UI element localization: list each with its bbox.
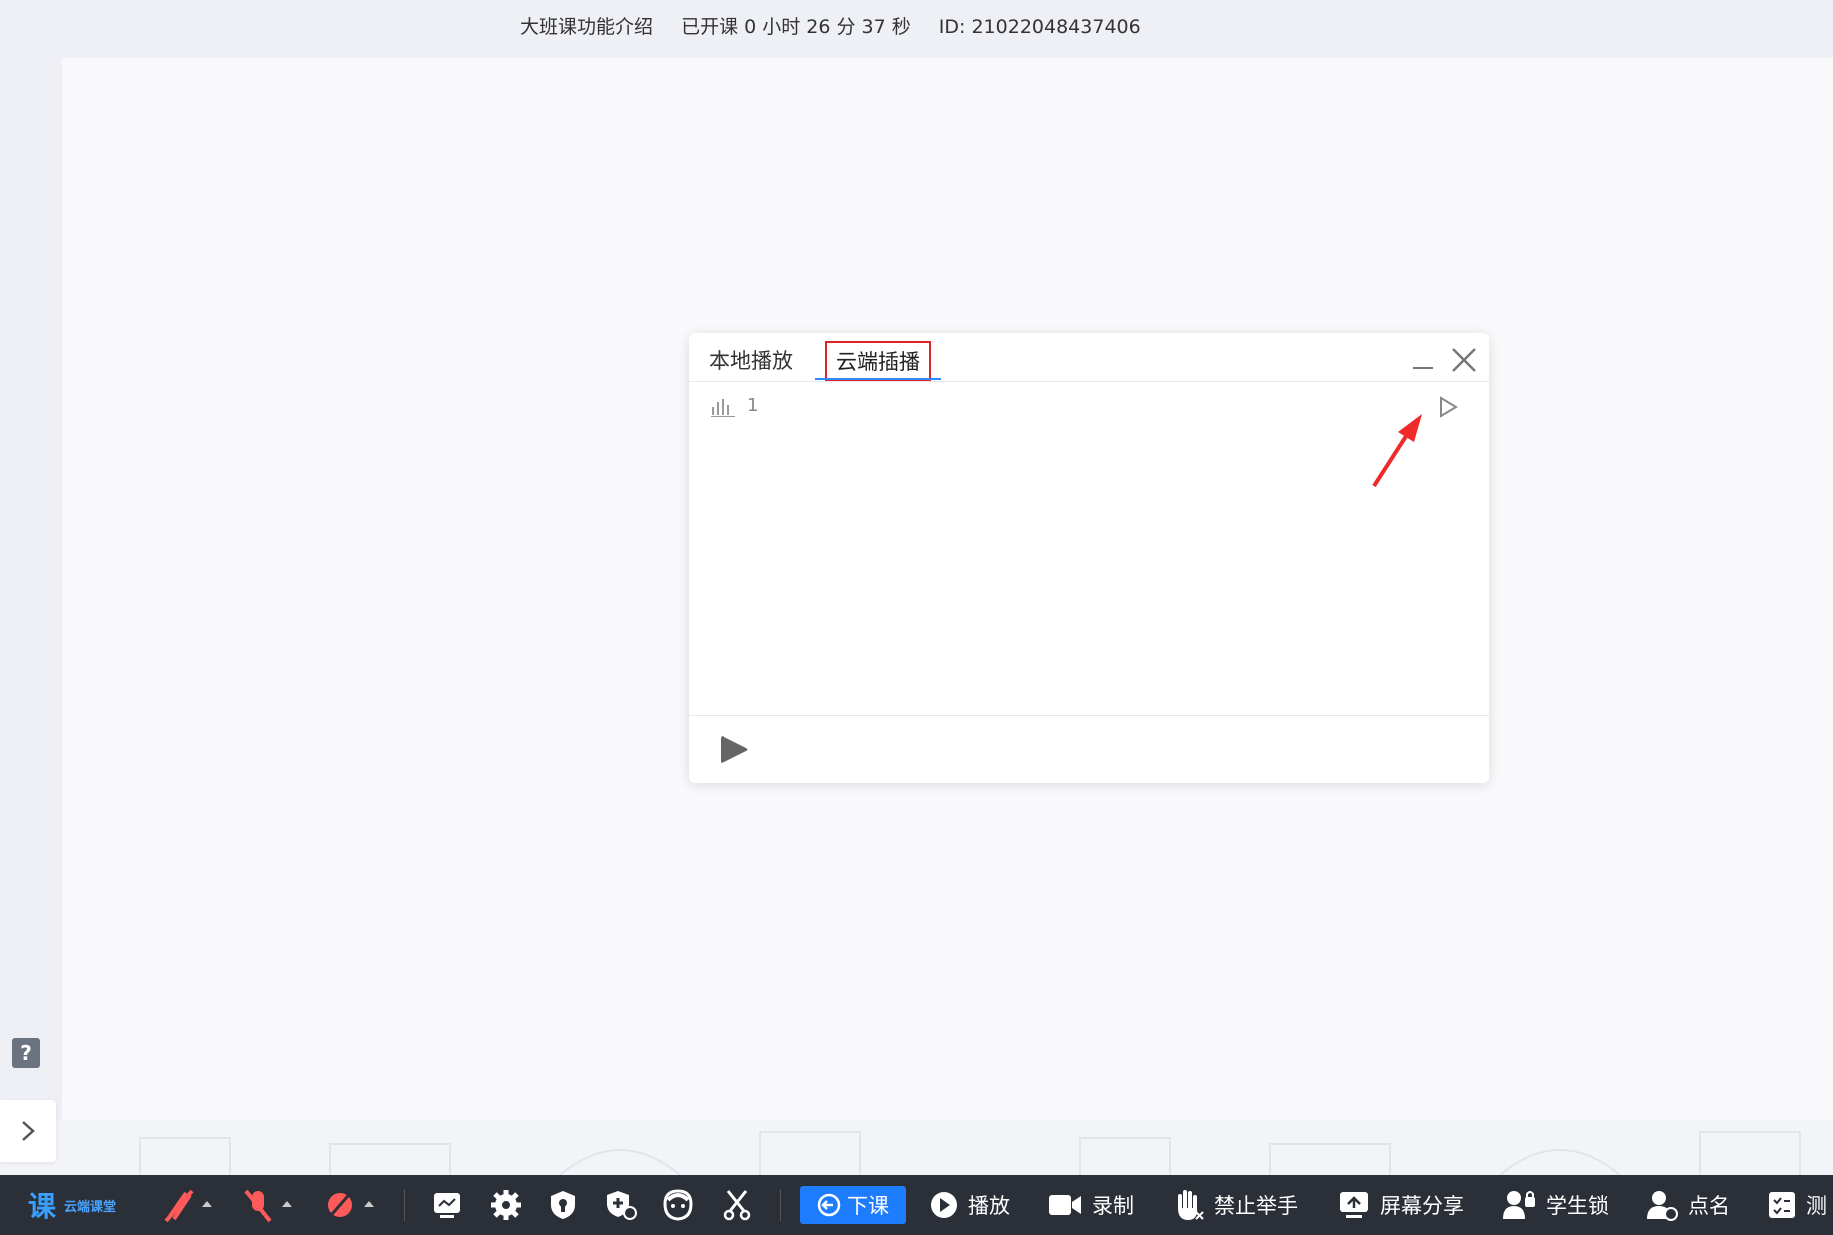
dialog-footer [689,715,1489,784]
mic-off-icon [244,1189,292,1223]
toolbar-divider [404,1189,405,1221]
security-button[interactable] [548,1175,578,1235]
pen-toggle[interactable] [162,1175,216,1235]
shield-icon [551,1191,575,1219]
svg-text:课: 课 [28,1190,57,1222]
play-circle-icon [931,1192,957,1218]
monitor-share-icon [1340,1192,1368,1218]
audio-bars-icon [711,399,735,417]
add-assistant-button[interactable] [604,1175,638,1235]
expand-sidebar-button[interactable] [0,1100,56,1162]
bottom-toolbar: 课 云端课堂 下课 播放 录制 禁止举手 屏幕分享 学生锁 点名 测 [0,1175,1833,1235]
settings-button[interactable] [490,1175,522,1235]
whiteboard-button[interactable] [432,1175,462,1235]
screen-share-button[interactable]: 屏幕分享 [1338,1175,1464,1235]
left-sidebar [0,0,62,1175]
media-item-name: 1 [747,395,759,416]
scissors-icon [723,1190,751,1221]
dismiss-class-button[interactable]: 下课 [800,1186,906,1224]
record-button[interactable]: 录制 [1048,1175,1134,1235]
face-icon [663,1189,693,1221]
media-list-item[interactable]: 1 [709,393,1469,423]
user-check-icon [1647,1191,1678,1221]
quiz-button[interactable]: 测 [1768,1175,1827,1235]
raise-hand-icon [1178,1190,1204,1220]
media-playback-dialog: 本地播放 云端插播 1 [689,333,1489,783]
class-logo-icon: 课 [28,1190,57,1222]
help-icon[interactable]: ? [12,1038,40,1068]
video-camera-icon [1049,1195,1081,1215]
exit-icon [817,1193,841,1217]
gear-icon [491,1190,521,1220]
roll-call-button[interactable]: 点名 [1646,1175,1730,1235]
app-logo: 课 云端课堂 [28,1190,117,1222]
tab-cloud-insert[interactable]: 云端插播 [825,341,931,381]
toolbar-divider [780,1189,781,1221]
whiteboard-icon [434,1193,460,1218]
close-icon[interactable] [1451,347,1477,373]
no-hand-raise-button[interactable]: 禁止举手 [1172,1175,1298,1235]
chevron-right-icon [22,1121,35,1141]
main-play-icon[interactable] [719,734,749,766]
room-id: ID: 21022048437406 [938,16,1141,38]
checklist-icon [1769,1192,1795,1218]
minimize-icon[interactable] [1413,367,1433,369]
user-lock-icon [1503,1191,1535,1219]
camera-off-icon [324,1188,374,1222]
decorative-pattern [0,1120,1833,1175]
dialog-header: 本地播放 云端插播 [689,333,1489,382]
title-bar: 大班课功能介绍 已开课 0 小时 26 分 37 秒 ID: 210220484… [0,0,1833,58]
screenshot-button[interactable] [722,1175,752,1235]
course-name: 大班课功能介绍 [520,16,654,38]
active-tab-indicator [815,378,941,380]
mic-toggle[interactable] [242,1175,296,1235]
tab-local-playback[interactable]: 本地播放 [709,345,793,375]
play-item-icon[interactable] [1437,395,1459,419]
camera-toggle[interactable] [324,1175,378,1235]
student-lock-button[interactable]: 学生锁 [1502,1175,1609,1235]
beauty-button[interactable] [662,1175,694,1235]
class-info: 大班课功能介绍 已开课 0 小时 26 分 37 秒 ID: 210220484… [520,12,1163,39]
playback-button[interactable]: 播放 [930,1175,1010,1235]
elapsed-time: 已开课 0 小时 26 分 37 秒 [681,16,911,38]
pen-off-icon [164,1189,212,1223]
shield-plus-icon [607,1191,637,1220]
annotation-arrow-icon [1372,414,1422,488]
pattern-art [139,1131,1801,1175]
